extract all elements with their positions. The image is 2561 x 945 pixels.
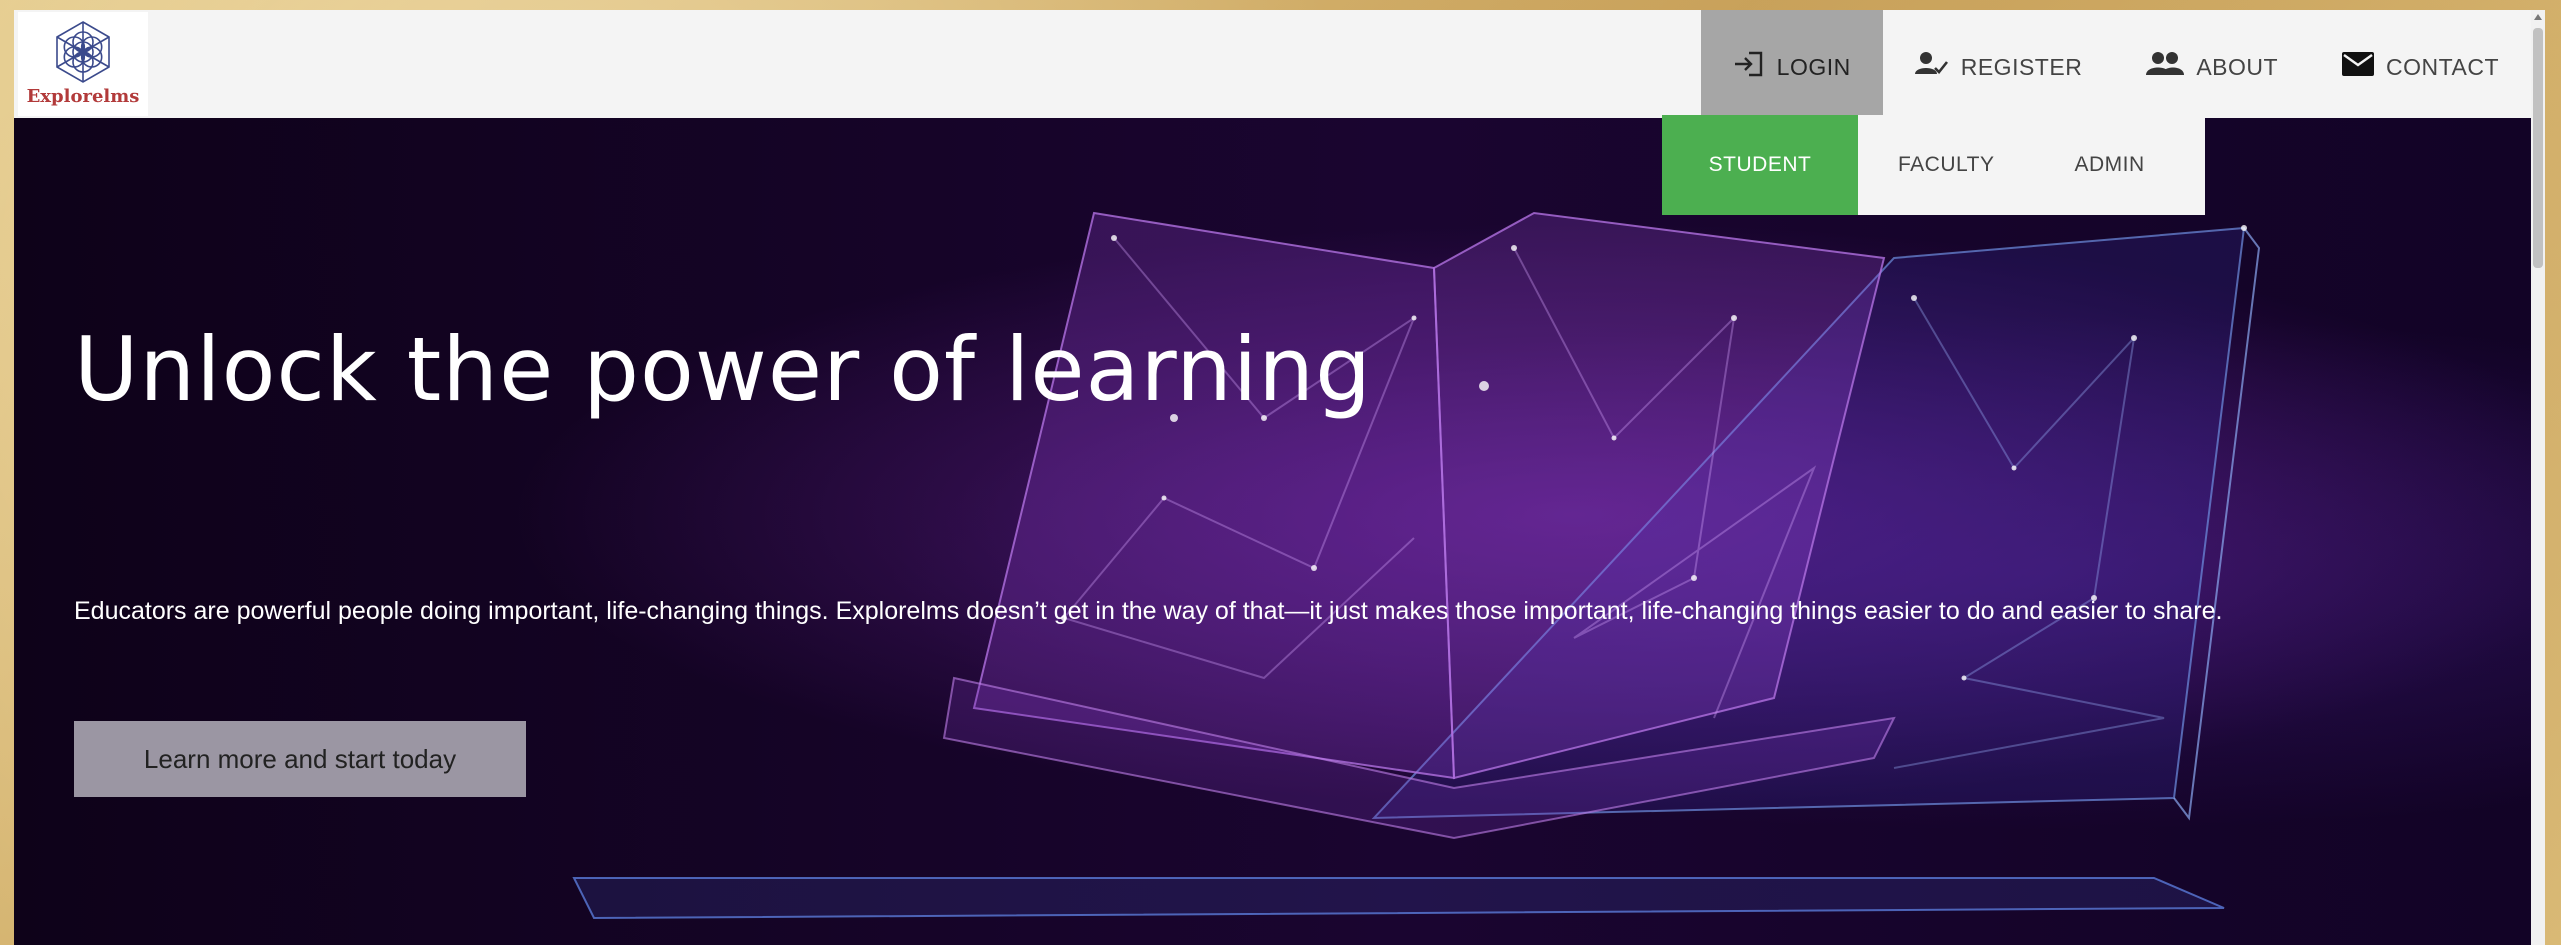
- vertical-scrollbar[interactable]: [2531, 10, 2545, 945]
- nav-about[interactable]: ABOUT: [2114, 10, 2310, 118]
- hero-description: Educators are powerful people doing impo…: [74, 597, 2223, 625]
- nav-register[interactable]: REGISTER: [1883, 10, 2115, 118]
- browser-viewport: Explorelms LOGIN REGISTER ABOUT CONTACT …: [14, 10, 2545, 945]
- brand-name: Explorelms: [26, 86, 140, 107]
- nav-menu: LOGIN REGISTER ABOUT CONTACT: [1700, 10, 2531, 118]
- login-icon: [1733, 50, 1765, 78]
- flower-of-life-icon: [56, 21, 110, 83]
- hero-section: Unlock the power of learning Educators a…: [14, 118, 2531, 945]
- dropdown-faculty[interactable]: FACULTY: [1858, 115, 2034, 215]
- hero-title: Unlock the power of learning: [74, 318, 1372, 421]
- book-laptop-illustration: [572, 211, 2261, 920]
- people-icon: [2146, 51, 2185, 77]
- nav-contact[interactable]: CONTACT: [2310, 10, 2531, 118]
- learn-more-button[interactable]: Learn more and start today: [74, 721, 526, 797]
- nav-about-label: ABOUT: [2196, 53, 2279, 80]
- brand-logo[interactable]: Explorelms: [18, 12, 148, 116]
- nav-register-label: REGISTER: [1960, 53, 2083, 80]
- envelope-icon: [2342, 52, 2375, 76]
- scrollbar-thumb[interactable]: [2533, 28, 2543, 268]
- scroll-up-icon[interactable]: [2534, 14, 2542, 20]
- dropdown-student[interactable]: STUDENT: [1662, 115, 1858, 215]
- person-check-icon: [1914, 50, 1949, 78]
- dropdown-admin[interactable]: ADMIN: [2034, 115, 2184, 215]
- nav-login-label: LOGIN: [1776, 53, 1851, 80]
- nav-contact-label: CONTACT: [2386, 53, 2499, 80]
- nav-login[interactable]: LOGIN: [1700, 10, 1883, 118]
- top-navbar: Explorelms LOGIN REGISTER ABOUT CONTACT: [14, 10, 2531, 118]
- login-dropdown: STUDENT FACULTY ADMIN: [1662, 115, 2205, 215]
